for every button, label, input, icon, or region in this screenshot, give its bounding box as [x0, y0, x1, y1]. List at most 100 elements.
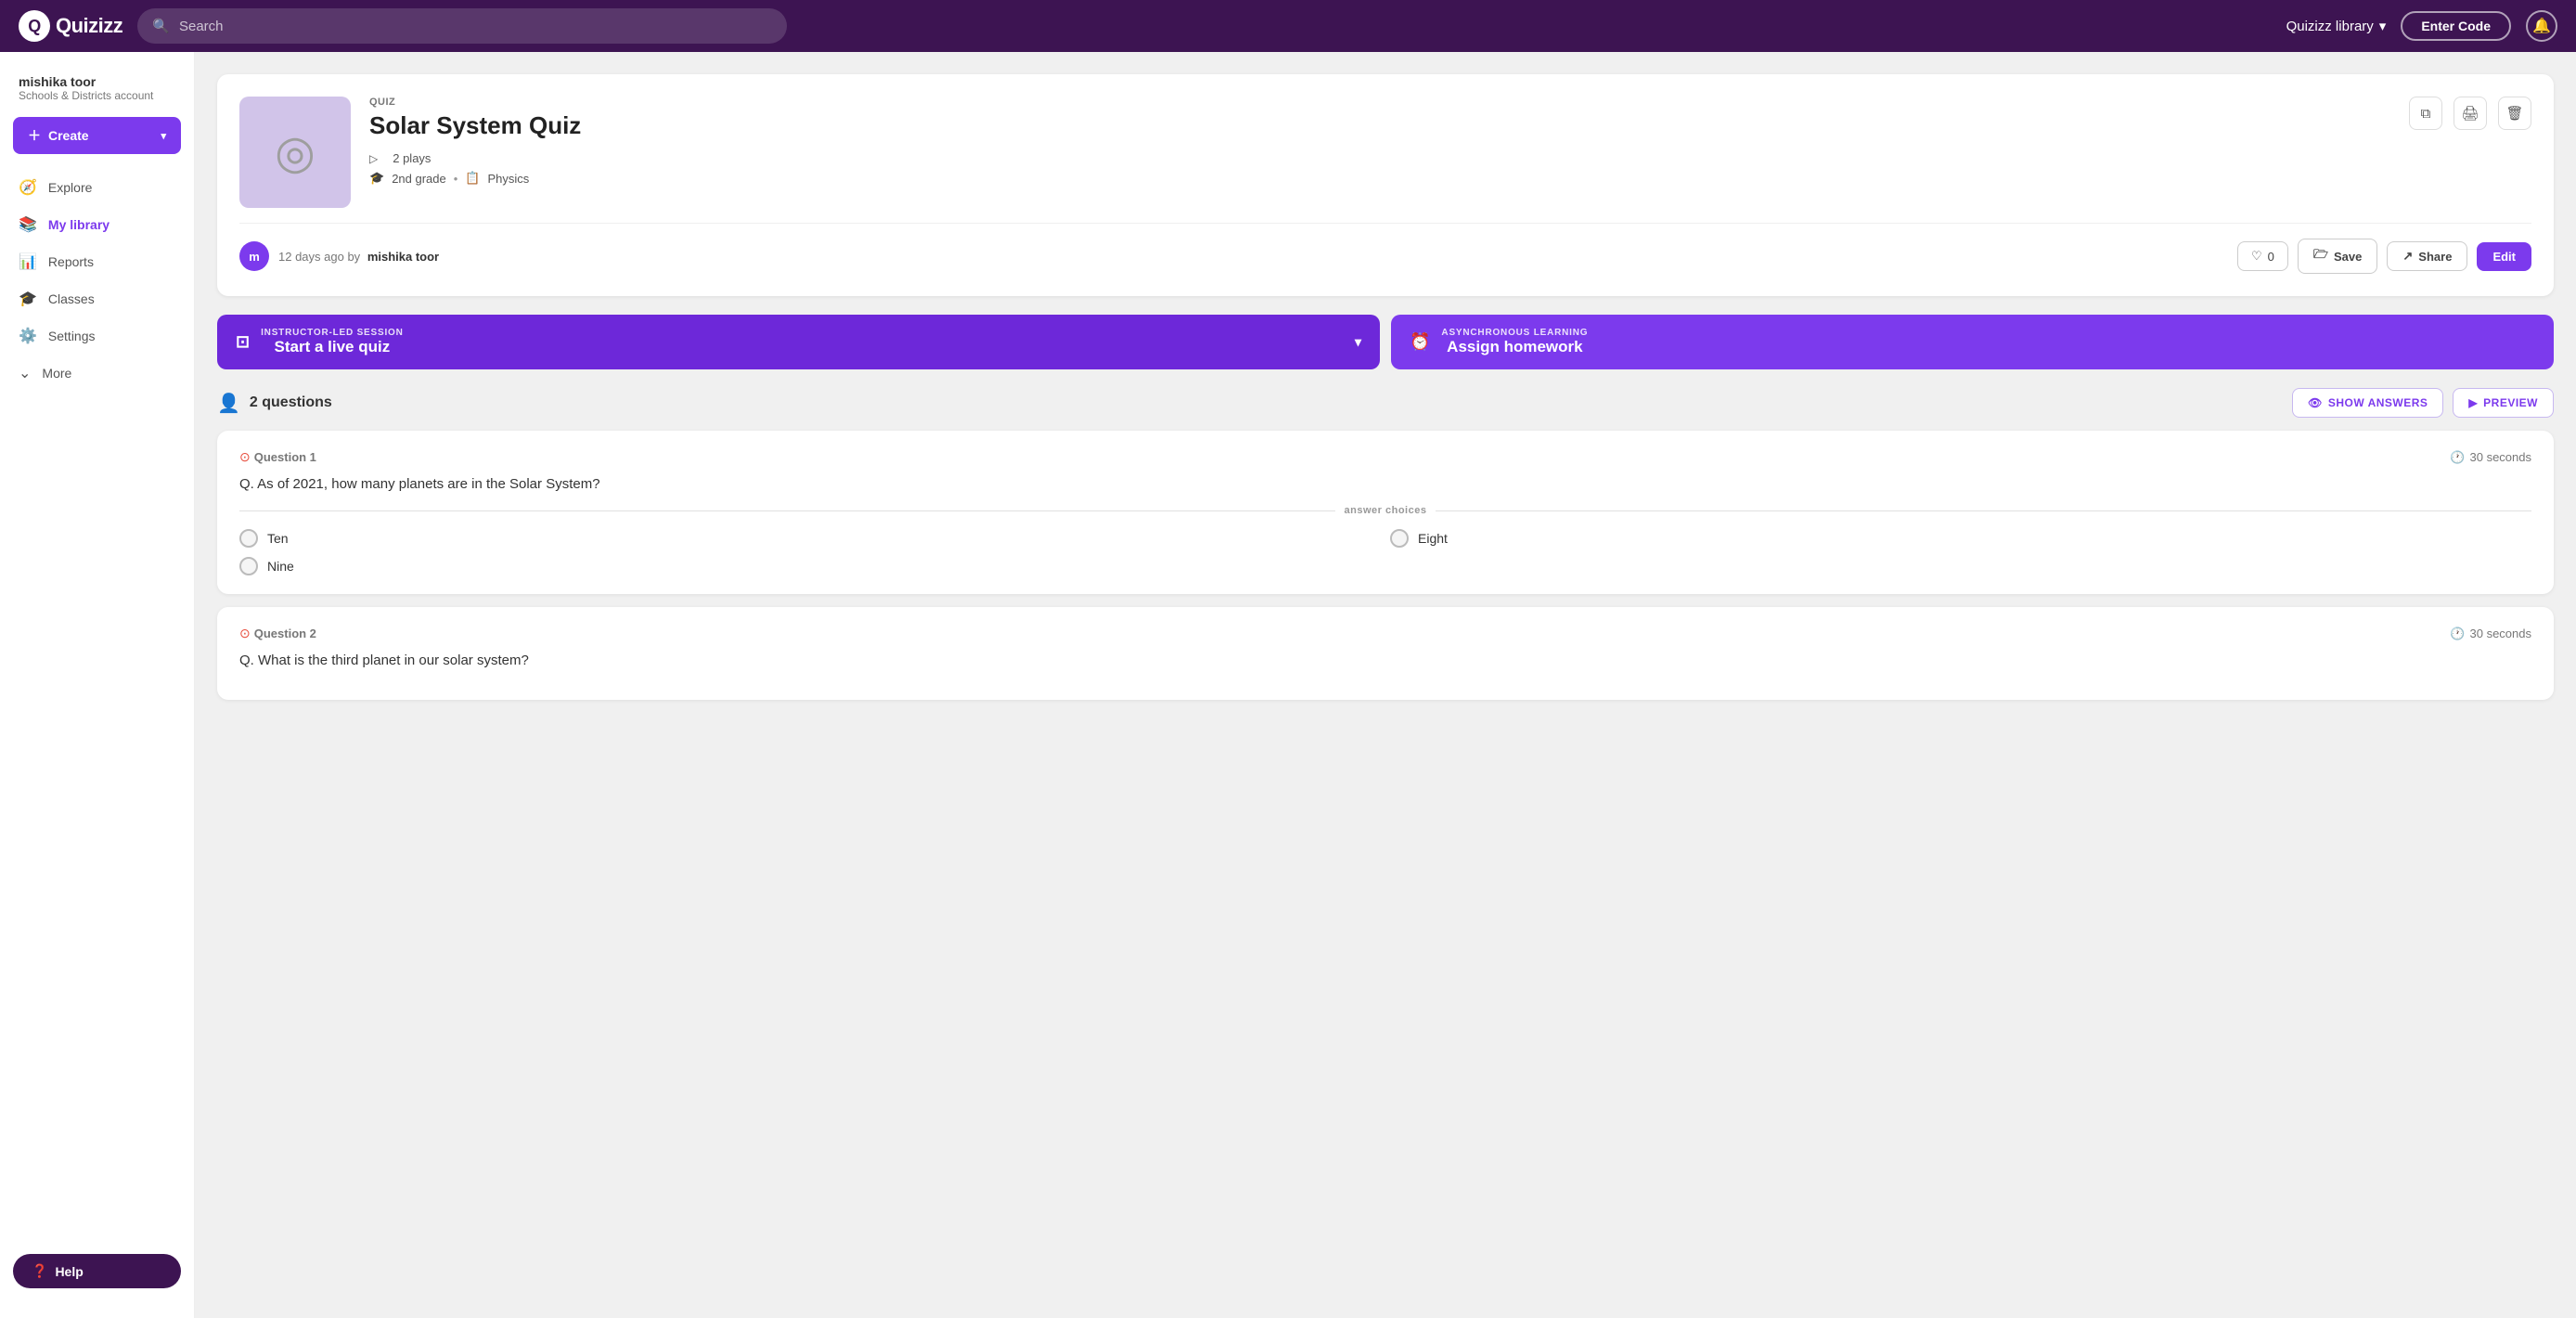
library-button[interactable]: Quizizz library ▾: [2286, 18, 2387, 34]
question-card-2: ⊙ Question 2 🕐 30 seconds Q. What is the…: [217, 607, 2554, 700]
library-label: Quizizz library: [2286, 19, 2374, 34]
plays-count: 2 plays: [393, 151, 431, 165]
edit-button[interactable]: Edit: [2477, 242, 2531, 271]
share-icon: ↗: [2402, 249, 2413, 264]
settings-icon: ⚙️: [19, 327, 37, 345]
async-session-info: ASYNCHRONOUS LEARNING Assign homework: [1441, 328, 1588, 356]
sidebar-item-reports[interactable]: 📊 Reports: [0, 243, 194, 280]
avatar: m: [239, 241, 269, 271]
sidebar-item-settings[interactable]: ⚙️ Settings: [0, 317, 194, 355]
chevron-down-icon: ⌄: [19, 364, 31, 382]
save-icon: 🗁: [2313, 246, 2328, 266]
delete-button[interactable]: 🗑: [2498, 97, 2531, 130]
sidebar-item-label: Explore: [48, 180, 92, 195]
plus-icon: ＋: [28, 126, 41, 145]
session-row: ⊡ INSTRUCTOR-LED SESSION Start a live qu…: [217, 315, 2554, 369]
classes-icon: 🎓: [19, 290, 37, 308]
quiz-tags: 🎓 2nd grade • 📋 Physics: [369, 171, 581, 186]
answer-option-ten: Ten: [239, 529, 1381, 548]
assign-homework-button[interactable]: ⏰ ASYNCHRONOUS LEARNING Assign homework: [1391, 315, 2554, 369]
explore-icon: 🧭: [19, 178, 37, 197]
user-sub: Schools & Districts account: [19, 89, 175, 102]
author-name: mishika toor: [367, 250, 439, 264]
sidebar-item-explore[interactable]: 🧭 Explore: [0, 169, 194, 206]
async-session-icon: ⏰: [1410, 332, 1430, 352]
share-button[interactable]: ↗ Share: [2387, 241, 2467, 271]
timer-value: 30 seconds: [2470, 627, 2532, 640]
answer-text: Ten: [267, 531, 289, 546]
question-type-icon: ⊙: [239, 626, 251, 641]
help-button[interactable]: ❓ Help: [13, 1254, 181, 1288]
question-text: Q. What is the third planet in our solar…: [239, 653, 2531, 668]
user-name: mishika toor: [19, 74, 175, 89]
logo: Q Quizizz: [19, 10, 122, 42]
clock-icon: 🕐: [2450, 627, 2465, 641]
subject-icon: 📋: [465, 171, 480, 186]
answer-text: Eight: [1418, 531, 1448, 546]
live-session-title: Start a live quiz: [275, 338, 391, 355]
eye-icon: 👁: [2308, 396, 2323, 409]
duplicate-button[interactable]: ⧉: [2409, 97, 2442, 130]
quiz-action-icons: ⧉ 🖨 🗑: [2409, 97, 2531, 130]
sidebar-item-more[interactable]: ⌄ More: [0, 355, 194, 392]
help-icon: ❓: [32, 1263, 47, 1279]
quiz-title: Solar System Quiz: [369, 111, 581, 140]
sidebar-item-label: Reports: [48, 254, 94, 269]
async-session-type: ASYNCHRONOUS LEARNING: [1441, 328, 1588, 338]
questions-count: 2 questions: [250, 394, 332, 411]
answer-text: Nine: [267, 559, 294, 574]
question-text: Q. As of 2021, how many planets are in t…: [239, 476, 2531, 492]
likes-count[interactable]: ♡ 0: [2237, 241, 2288, 271]
start-live-quiz-button[interactable]: ⊡ INSTRUCTOR-LED SESSION Start a live qu…: [217, 315, 1380, 369]
question-label: Question 1: [254, 450, 316, 464]
live-session-info: INSTRUCTOR-LED SESSION Start a live quiz: [261, 328, 404, 356]
heart-icon: ♡: [2251, 249, 2262, 264]
reports-icon: 📊: [19, 252, 37, 271]
question-label: Question 2: [254, 627, 316, 640]
questions-icon: 👤: [217, 392, 240, 415]
header: Q Quizizz 🔍 Quizizz library ▾ Enter Code…: [0, 0, 2576, 52]
show-answers-button[interactable]: 👁 SHOW ANSWERS: [2292, 388, 2443, 418]
timer-value: 30 seconds: [2470, 450, 2532, 464]
answer-option-eight: Eight: [1390, 529, 2531, 548]
chevron-down-icon: ▾: [1355, 334, 1361, 350]
create-button[interactable]: ＋ Create ▾: [13, 117, 181, 154]
question-top: ⊙ Question 2 🕐 30 seconds: [239, 626, 2531, 641]
async-session-title: Assign homework: [1447, 338, 1582, 355]
enter-code-button[interactable]: Enter Code: [2401, 11, 2511, 41]
quiz-grade: 2nd grade: [392, 172, 446, 186]
play-icon: ▷: [369, 152, 378, 165]
preview-label: PREVIEW: [2483, 396, 2538, 409]
quiz-bottom: m 12 days ago by mishika toor ♡ 0 🗁 Save: [239, 223, 2531, 274]
clock-icon: 🕐: [2450, 450, 2465, 465]
quiz-stats: ▷ 2 plays: [369, 151, 581, 165]
live-session-icon: ⊡: [236, 332, 250, 352]
quiz-card: ◎ QUIZ Solar System Quiz ▷ 2 plays 🎓: [217, 74, 2554, 296]
answer-option-nine: Nine: [239, 557, 1381, 575]
bottom-actions: ♡ 0 🗁 Save ↗ Share Edit: [2237, 239, 2531, 274]
sidebar-item-label: Settings: [48, 329, 96, 343]
radio-circle: [239, 557, 258, 575]
quiz-type-label: QUIZ: [369, 97, 581, 108]
create-label: Create: [48, 128, 89, 143]
main-content: ◎ QUIZ Solar System Quiz ▷ 2 plays 🎓: [195, 52, 2576, 1318]
library-icon: 📚: [19, 215, 37, 234]
sidebar-item-classes[interactable]: 🎓 Classes: [0, 280, 194, 317]
header-right: Quizizz library ▾ Enter Code 🔔: [2286, 10, 2557, 42]
save-button[interactable]: 🗁 Save: [2298, 239, 2378, 274]
preview-button[interactable]: ▶ PREVIEW: [2453, 388, 2554, 418]
questions-header: 👤 2 questions 👁 SHOW ANSWERS ▶ PREVIEW: [217, 388, 2554, 418]
search-input[interactable]: [179, 19, 772, 34]
sidebar: mishika toor Schools & Districts account…: [0, 52, 195, 1318]
author-info: 12 days ago by mishika toor: [278, 250, 439, 264]
question-top: ⊙ Question 1 🕐 30 seconds: [239, 449, 2531, 465]
search-bar[interactable]: 🔍: [137, 8, 787, 44]
print-button[interactable]: 🖨: [2454, 97, 2487, 130]
logo-text: Quizizz: [56, 14, 122, 38]
quiz-header: ◎ QUIZ Solar System Quiz ▷ 2 plays 🎓: [239, 97, 2531, 208]
radio-circle: [1390, 529, 1409, 548]
questions-actions: 👁 SHOW ANSWERS ▶ PREVIEW: [2292, 388, 2554, 418]
sidebar-item-my-library[interactable]: 📚 My library: [0, 206, 194, 243]
notification-bell-icon[interactable]: 🔔: [2526, 10, 2557, 42]
likes-number: 0: [2268, 250, 2274, 264]
